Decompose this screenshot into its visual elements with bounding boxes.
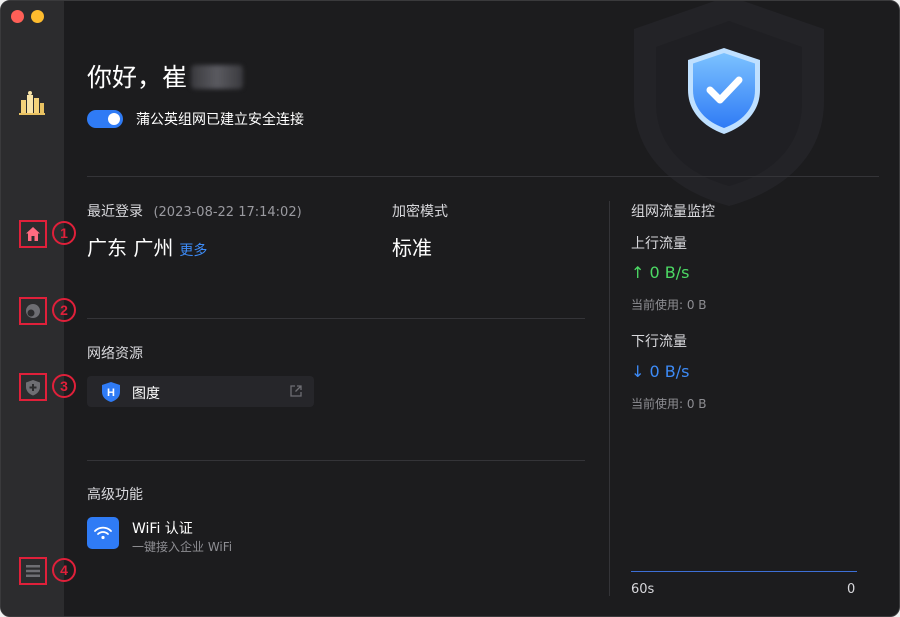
upload-rate: ↑ 0 B/s [631,263,690,282]
blurred-username [191,65,244,89]
home-icon [26,227,40,241]
svg-text:H: H [107,387,115,399]
resource-name: 图度 [132,386,160,402]
external-link-icon[interactable] [289,384,303,398]
upload-label: 上行流量 [631,236,687,252]
traffic-title: 组网流量监控 [631,204,715,220]
sidebar-item-network[interactable] [19,297,47,325]
sidebar-item-security[interactable] [19,373,47,401]
sidebar-item-home[interactable] [19,220,47,248]
shield-plus-icon [26,379,40,395]
connection-toggle[interactable] [87,110,123,128]
globe-icon [26,304,40,318]
login-location-row: 广东 广州 更多 [87,232,207,261]
download-rate: ↓ 0 B/s [631,362,690,381]
encryption-value: 标准 [392,236,432,260]
advanced-title: 高级功能 [87,487,143,503]
wifi-auth-button[interactable] [87,517,119,549]
resources-title: 网络资源 [87,346,143,362]
login-location: 广东 广州 [87,236,174,260]
download-label: 下行流量 [631,334,687,350]
more-link[interactable]: 更多 [179,243,207,259]
app-window: 1 2 3 4 你好，崔 蒲公英组网已建立安全连接 最近登录 (2023-08-… [0,0,900,617]
chart-axis-left: 60s [631,582,655,597]
divider [87,318,585,319]
wifi-auth-subtitle: 一键接入企业 WiFi [132,540,233,554]
shield-h-icon: H [102,382,120,402]
upload-usage: 当前使用: 0 B [631,298,707,312]
app-logo-icon [19,91,45,115]
divider [87,176,879,177]
toggle-knob [108,113,120,125]
main-content: 你好，崔 蒲公英组网已建立安全连接 最近登录 (2023-08-22 17:14… [64,1,899,616]
login-section: 最近登录 (2023-08-22 17:14:02) [87,201,302,221]
login-time: (2023-08-22 17:14:02) [153,205,302,220]
vertical-divider [609,201,610,596]
menu-icon [26,565,40,577]
download-usage: 当前使用: 0 B [631,397,707,411]
wifi-icon [94,526,112,540]
sidebar-item-menu[interactable] [19,557,47,585]
greeting-title: 你好，崔 [87,58,244,94]
resource-item[interactable]: H 图度 [87,376,314,407]
login-label: 最近登录 [87,204,143,220]
security-shield-icon [688,48,760,134]
sidebar: 1 2 3 4 [1,1,76,616]
connection-status-text: 蒲公英组网已建立安全连接 [136,112,304,128]
greeting-text: 你好，崔 [87,63,188,92]
close-window-button[interactable] [11,10,24,23]
chart-axis-right: 0 [847,582,856,597]
minimize-window-button[interactable] [31,10,44,23]
encryption-label: 加密模式 [392,204,448,220]
traffic-chart-baseline [631,571,857,572]
divider [87,460,585,461]
wifi-auth-title[interactable]: WiFi 认证 [132,518,193,538]
